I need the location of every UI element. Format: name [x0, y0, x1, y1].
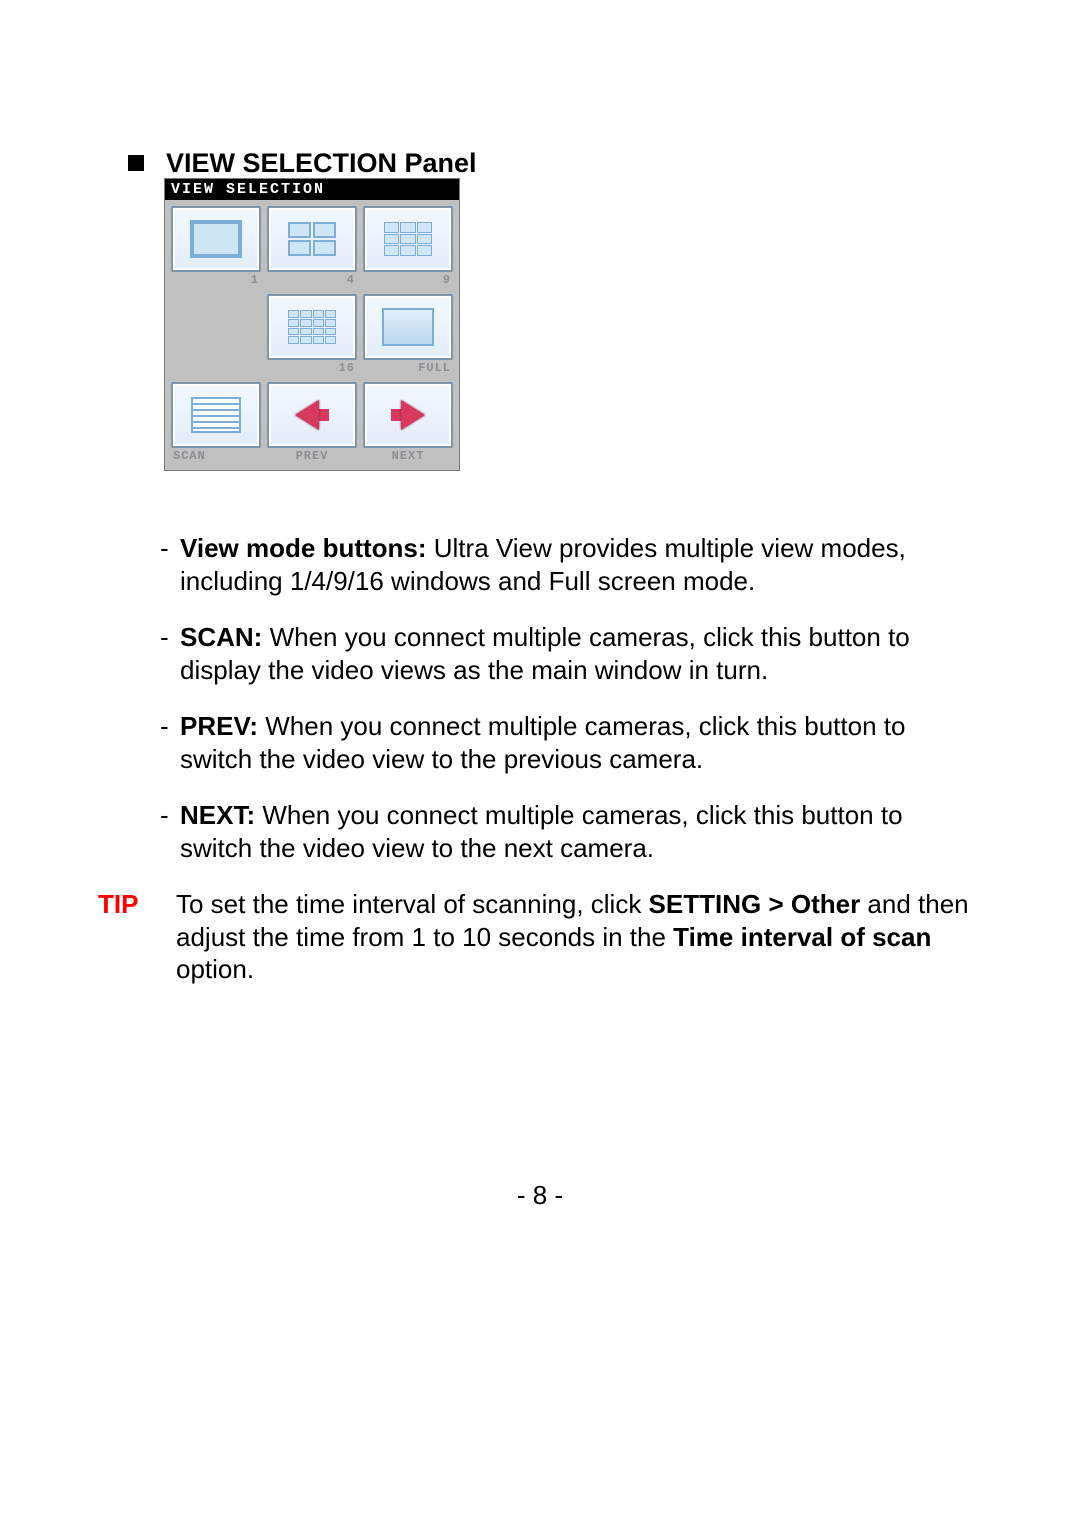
prev-label: PREV [267, 448, 357, 464]
section-heading: VIEW SELECTION Panel [128, 148, 477, 179]
heading-text: VIEW SELECTION Panel [166, 148, 477, 178]
fullscreen-icon [382, 308, 434, 346]
list-item: - SCAN: When you connect multiple camera… [160, 621, 980, 686]
item-text: When you connect multiple cameras, click… [180, 622, 910, 685]
arrow-left-icon [295, 400, 329, 430]
dash-bullet: - [160, 532, 180, 597]
view-9-button[interactable]: 9 [363, 206, 453, 288]
view-1-label: 1 [171, 272, 261, 288]
dash-bullet: - [160, 799, 180, 864]
panel-title: VIEW SELECTION [165, 179, 459, 200]
arrow-right-icon [391, 400, 425, 430]
view-4-button[interactable]: 4 [267, 206, 357, 288]
view-full-label: FULL [363, 360, 453, 376]
panel-button-grid: 1 4 9 16 FULL SCAN [165, 200, 459, 470]
scan-label: SCAN [171, 448, 261, 464]
view-9-label: 9 [363, 272, 453, 288]
next-label: NEXT [363, 448, 453, 464]
page-number: - 8 - [0, 1180, 1080, 1211]
item-lead: PREV: [180, 711, 258, 741]
view-4-label: 4 [267, 272, 357, 288]
square-bullet-icon [128, 155, 144, 171]
view-1-button[interactable]: 1 [171, 206, 261, 288]
item-text: When you connect multiple cameras, click… [180, 800, 903, 863]
tip-row: TIP To set the time interval of scanning… [160, 888, 980, 986]
list-item: - PREV: When you connect multiple camera… [160, 710, 980, 775]
document-page: VIEW SELECTION Panel VIEW SELECTION 1 4 … [0, 0, 1080, 1528]
item-lead: NEXT: [180, 800, 255, 830]
grid-4-icon [288, 222, 336, 256]
scan-button[interactable]: SCAN [171, 382, 261, 464]
body-text: - View mode buttons: Ultra View provides… [160, 532, 980, 986]
list-item: - View mode buttons: Ultra View provides… [160, 532, 980, 597]
scan-icon [191, 397, 241, 433]
tip-text: To set the time interval of scanning, cl… [176, 888, 980, 986]
next-button[interactable]: NEXT [363, 382, 453, 464]
list-item: - NEXT: When you connect multiple camera… [160, 799, 980, 864]
view-16-button[interactable]: 16 [267, 294, 357, 376]
view-full-button[interactable]: FULL [363, 294, 453, 376]
view-selection-panel: VIEW SELECTION 1 4 9 16 FU [164, 178, 460, 471]
tip-label: TIP [98, 888, 176, 986]
dash-bullet: - [160, 710, 180, 775]
view-16-label: 16 [267, 360, 357, 376]
prev-button[interactable]: PREV [267, 382, 357, 464]
item-lead: View mode buttons: [180, 533, 427, 563]
dash-bullet: - [160, 621, 180, 686]
grid-16-icon [288, 310, 336, 344]
grid-1-icon [190, 220, 242, 258]
item-text: When you connect multiple cameras, click… [180, 711, 905, 774]
grid-9-icon [384, 222, 432, 256]
item-lead: SCAN: [180, 622, 262, 652]
